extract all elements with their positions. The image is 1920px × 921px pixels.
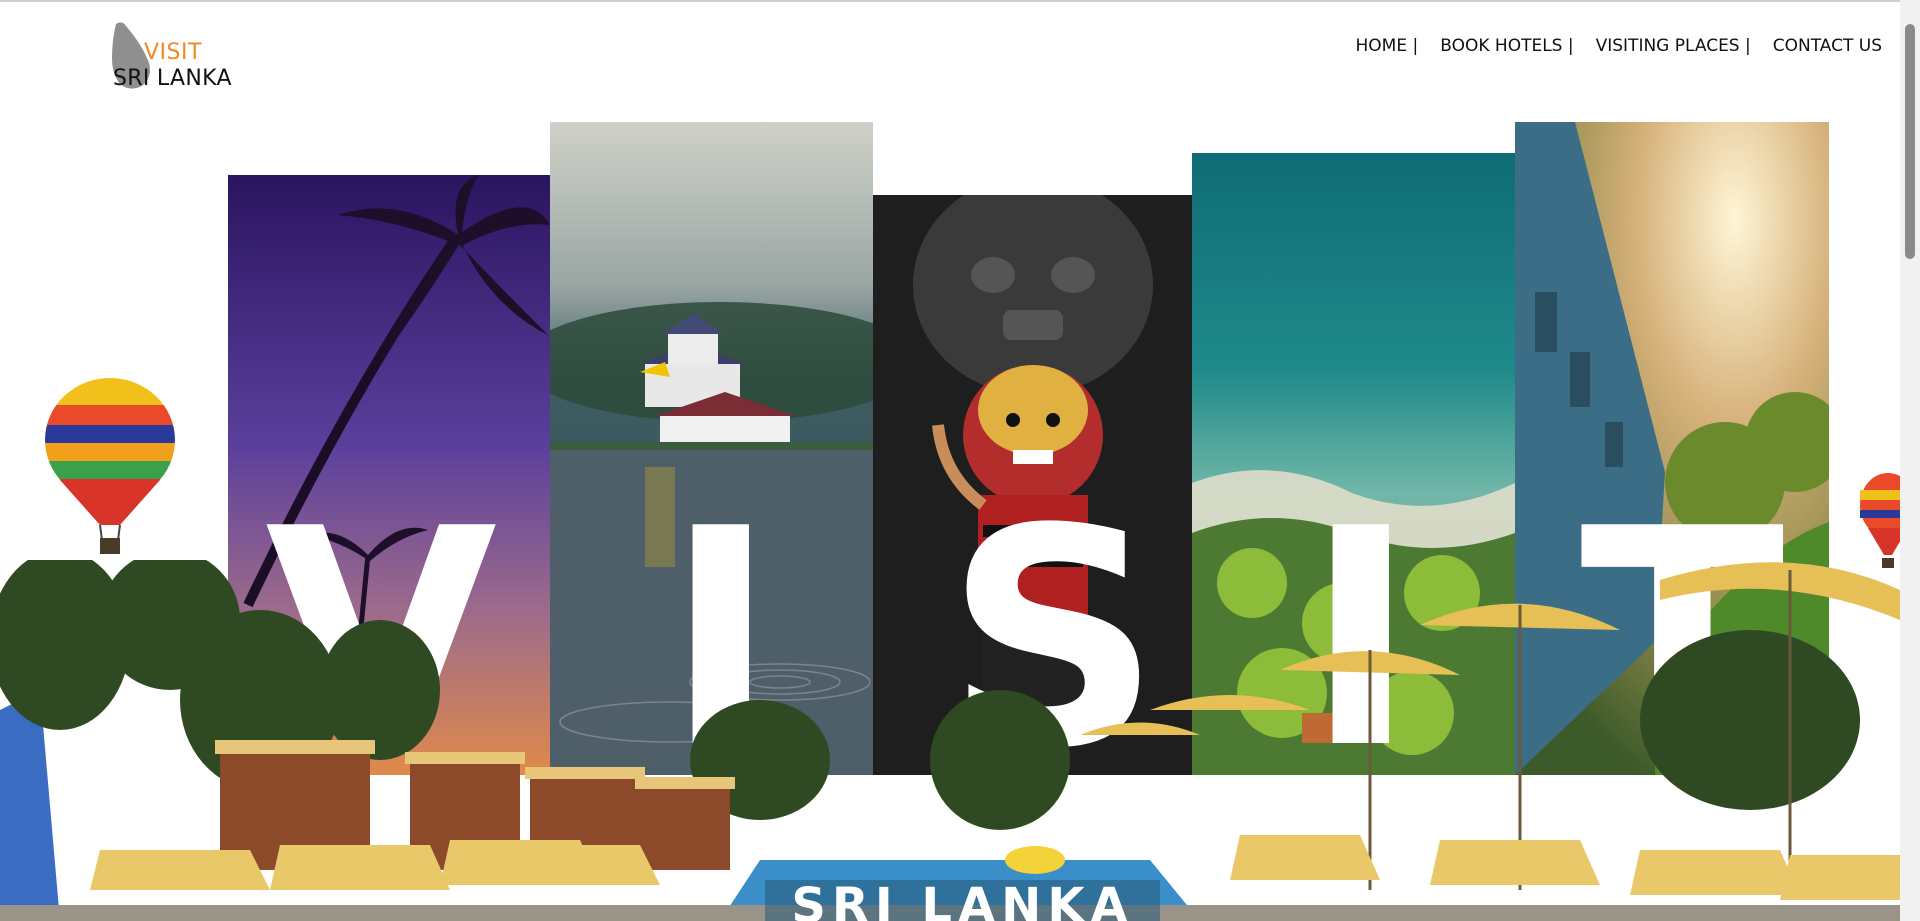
nav-contact-us[interactable]: CONTACT US [1773, 36, 1882, 56]
main-nav: HOME | BOOK HOTELS | VISITING PLACES | C… [1356, 36, 1882, 56]
nav-book-hotels[interactable]: BOOK HOTELS | [1440, 36, 1573, 56]
hero-section: V I S I T [0, 0, 1916, 921]
hero-subtitle: SRI LANKA [791, 878, 1134, 921]
page-scrollbar[interactable] [1900, 0, 1920, 921]
resort-foreground [0, 560, 1900, 921]
hot-air-balloon-icon [40, 375, 180, 560]
hot-air-balloon-right-icon [1858, 470, 1916, 570]
logo-line1: VISIT [144, 40, 202, 65]
nav-home[interactable]: HOME | [1356, 36, 1419, 56]
nav-visiting-places[interactable]: VISITING PLACES | [1596, 36, 1751, 56]
scrollbar-thumb[interactable] [1905, 24, 1915, 259]
site-logo[interactable]: VISIT SRI LANKA [108, 18, 248, 98]
logo-line2: SRI LANKA [113, 66, 232, 91]
